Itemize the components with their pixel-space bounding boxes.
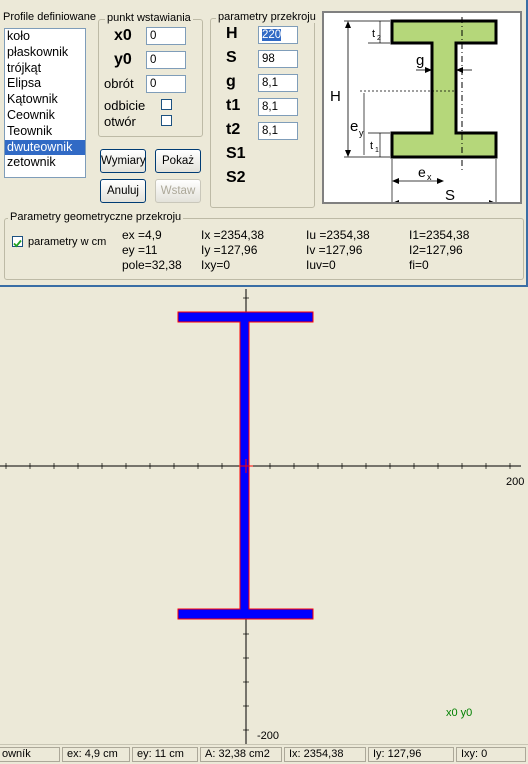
param-input[interactable]: 8,1 [258,98,298,116]
param-label: g [226,73,236,90]
profile-item[interactable]: dwuteownik [5,139,85,156]
profile-list[interactable]: koło płaskownik trójkąt Elipsa Kątownik Ceown… [4,28,86,178]
svg-text:1: 1 [375,147,379,154]
x-axis-tick-label: 200 [506,476,524,488]
status-ex: ex: 4,9 cm [62,747,130,762]
svg-text:x: x [427,172,432,182]
svg-text:2: 2 [377,35,381,42]
geometry-value: Ixy=0 [201,258,231,272]
x0-input[interactable]: 0 [146,27,186,45]
profile-item[interactable]: Teownik [5,124,85,140]
drawing-canvas[interactable]: 200 -200 x0 y0 [0,289,528,744]
x0-label: x0 [114,27,132,44]
geometry-value: Iu =2354,38 [306,228,370,242]
geometry-value: ex =4,9 [122,228,162,242]
geometry-value: I1=2354,38 [409,228,470,242]
geometry-value: Iy =127,96 [201,243,258,257]
param-label: S1 [226,145,246,162]
profile-item[interactable]: Elipsa [5,76,85,92]
profile-item[interactable]: koło [5,29,85,45]
param-label: H [226,25,238,42]
profile-item[interactable]: Kątownik [5,92,85,108]
rotation-label: obrót [104,76,134,91]
profile-item[interactable]: Ceownik [5,108,85,124]
sketch-label-S: S [445,187,455,202]
param-label: S2 [226,169,246,186]
y0-label: y0 [114,51,132,68]
checkmark-icon [13,239,22,248]
mirror-checkbox[interactable] [161,99,172,110]
status-bar: owník ex: 4,9 cm ey: 11 cm A: 32,38 cm2 … [0,744,528,764]
sketch-label-ex: e [418,164,426,180]
drawing-svg: 200 -200 x0 y0 [0,289,524,744]
sketch-label-t1: t [370,140,373,152]
status-area: A: 32,38 cm2 [200,747,282,762]
svg-text:y: y [359,128,364,138]
sketch-profile-shape [390,19,498,159]
geometry-value: fi=0 [409,258,429,272]
param-label: t1 [226,97,241,114]
geometry-value: Iv =127,96 [306,243,363,257]
units-checkbox-label: parametry w cm [28,236,107,248]
insert-point-title: punkt wstawiania [105,12,193,24]
geometry-value: Ix =2354,38 [201,228,265,242]
param-input[interactable]: 8,1 [258,122,298,140]
hole-checkbox[interactable] [161,115,172,126]
section-params-title: parametry przekroju [216,11,318,23]
geometry-value: Iuv=0 [306,258,336,272]
status-iy: Iy: 127,96 [368,747,454,762]
param-label: t2 [226,121,241,138]
sketch-label-g: g [416,52,424,69]
y0-input[interactable]: 0 [146,51,186,69]
sketch-label-H: H [330,88,341,105]
param-label: S [226,49,237,66]
rotation-input[interactable]: 0 [146,75,186,93]
units-checkbox[interactable] [12,236,23,248]
top-panel: Profile definiowane koło płaskownik trójką… [0,0,528,287]
sketch-label-t2: t [372,28,375,40]
geometry-value: ey =11 [122,243,158,257]
show-button[interactable]: Pokaż [155,149,201,173]
status-ix: Ix: 2354,38 [284,747,366,762]
status-ey: ey: 11 cm [132,747,198,762]
profile-item[interactable]: płaskownik [5,45,85,61]
geometry-value: I2=127,96 [409,243,463,257]
param-input[interactable]: 98 [258,50,298,68]
section-sketch: H t 2 g e y t 1 e x S [322,11,522,209]
status-profile: owník [0,747,60,762]
geometry-value: pole=32,38 [122,258,182,272]
sketch-label-ey: e [350,118,358,135]
dimensions-button[interactable]: Wymiary [100,149,146,173]
profile-item[interactable]: zetownik [5,155,85,171]
cancel-button[interactable]: Anuluj [100,179,146,203]
param-input[interactable]: 8,1 [258,74,298,92]
profile-item[interactable]: trójkąt [5,61,85,77]
hole-label: otwór [104,114,136,129]
param-input[interactable]: 220 [258,26,298,44]
profiles-title: Profile definiowane [3,11,96,23]
i-beam-sketch: H t 2 g e y t 1 e x S [330,17,498,209]
geometry-title: Parametry geometryczne przekroju [8,211,184,223]
y-axis-tick-label: -200 [257,730,279,742]
insert-button[interactable]: Wstaw [155,179,201,203]
mirror-label: odbicie [104,98,146,113]
status-ixy: Ixy: 0 [456,747,526,762]
origin-label: x0 y0 [446,707,472,719]
param-input-selection: 220 [262,29,282,41]
